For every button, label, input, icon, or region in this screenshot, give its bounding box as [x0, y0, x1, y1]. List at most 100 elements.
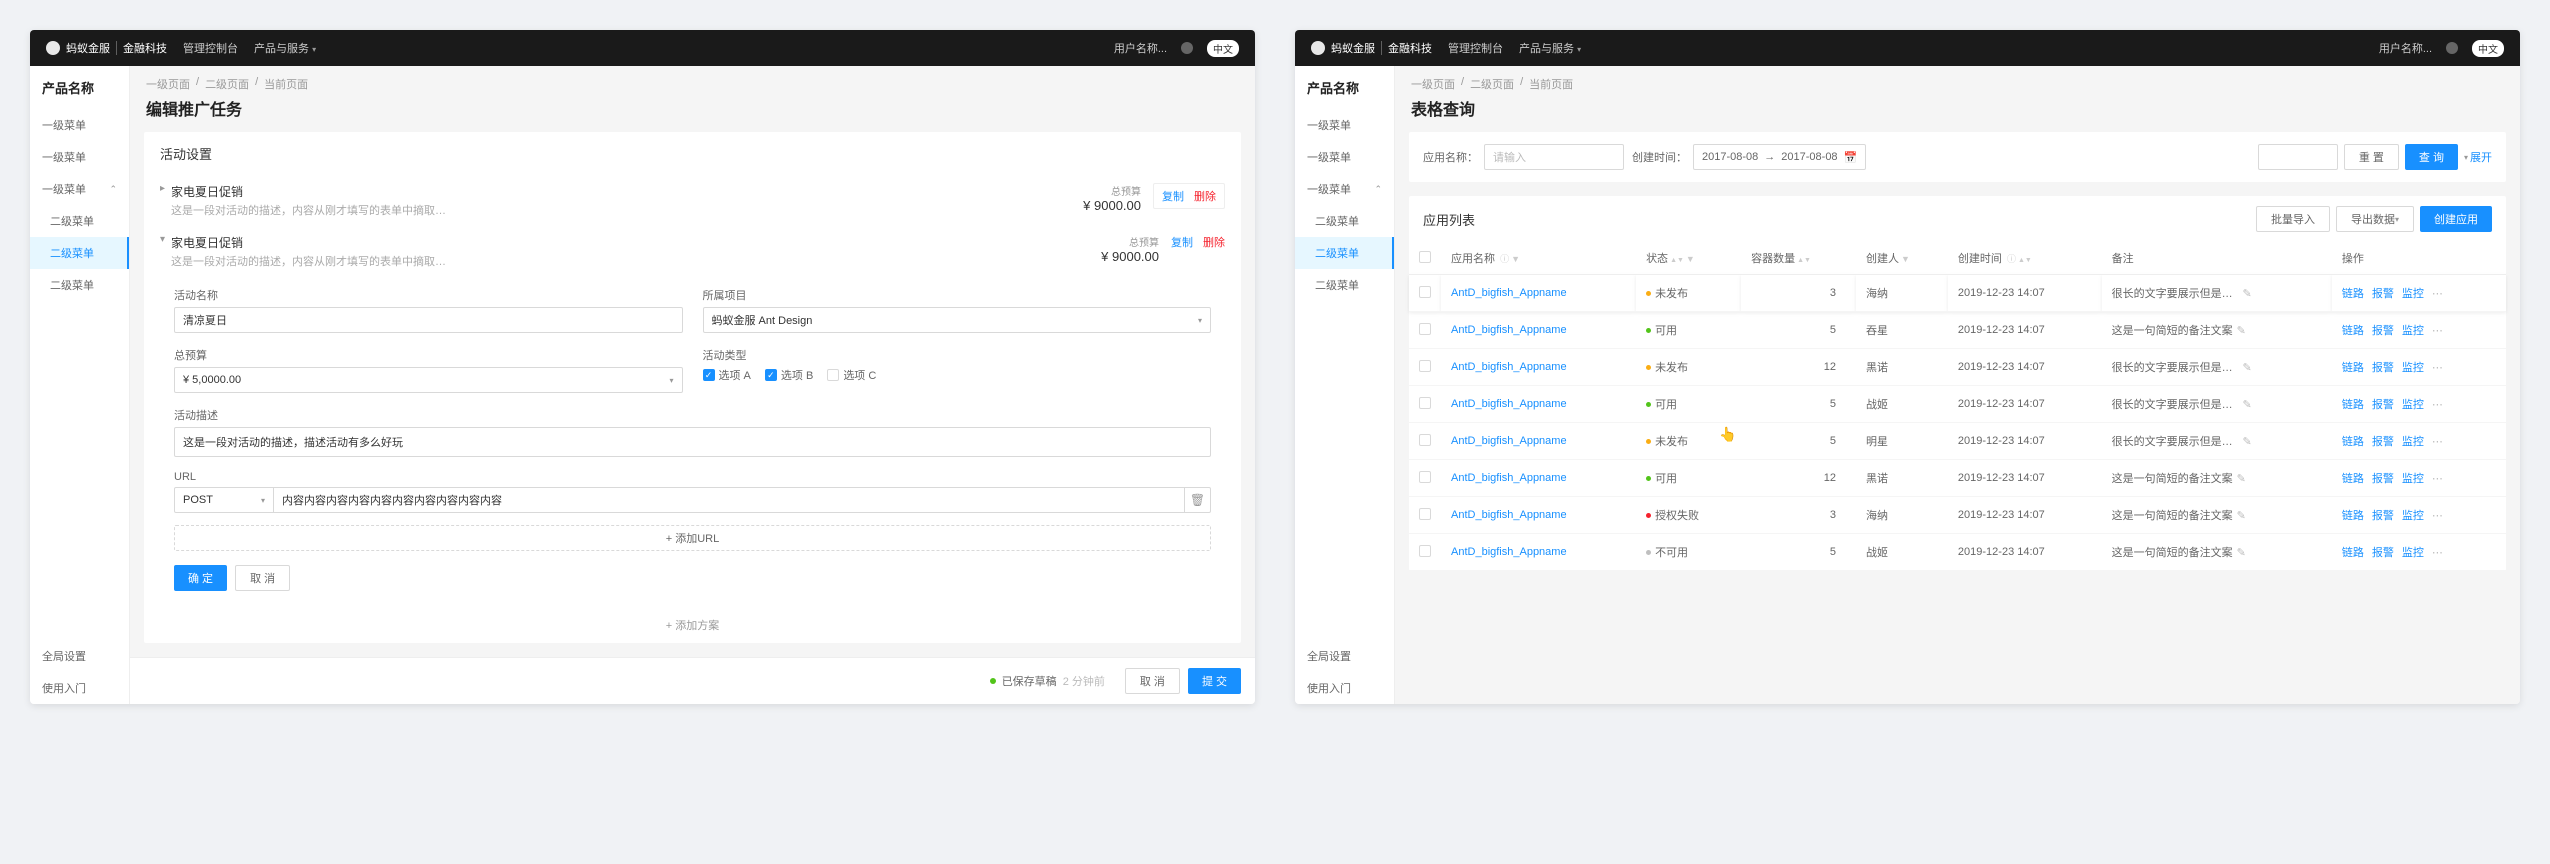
sort-icon[interactable]: ▲▼ — [2018, 258, 2032, 263]
more-icon[interactable]: ⋯ — [2432, 287, 2443, 300]
edit-icon[interactable]: ✎ — [2237, 509, 2246, 522]
url-method-select[interactable]: POST ▾ — [174, 487, 274, 513]
user-name[interactable]: 用户名称... — [1114, 40, 1167, 56]
expand-link[interactable]: ▾ 展开 — [2464, 149, 2492, 165]
sidebar-subitem[interactable]: 二级菜单 — [1295, 205, 1394, 237]
logo[interactable]: 蚂蚁金服 金融科技 — [1311, 40, 1432, 56]
more-icon[interactable]: ⋯ — [2432, 361, 2443, 374]
checkbox-opt-b[interactable]: ✓选项 B — [765, 367, 813, 383]
sidebar-getting-started[interactable]: 使用入门 — [1295, 672, 1394, 704]
op-link-route[interactable]: 链路 — [2342, 470, 2364, 486]
edit-icon[interactable]: ✎ — [2237, 546, 2246, 559]
project-select[interactable]: 蚂蚁金服 Ant Design ▾ — [703, 307, 1212, 333]
nav-console[interactable]: 管理控制台 — [1448, 40, 1503, 56]
app-name-cell[interactable]: AntD_bigfish_Appname — [1441, 275, 1636, 312]
date-range-picker[interactable]: 2017-08-08 → 2017-08-08 📅 — [1693, 144, 1866, 170]
edit-icon[interactable]: ✎ — [2242, 398, 2251, 411]
op-link-monitor[interactable]: 监控 — [2402, 470, 2424, 486]
more-icon[interactable]: ⋯ — [2432, 546, 2443, 559]
row-checkbox[interactable] — [1419, 323, 1431, 335]
query-button[interactable]: 查 询 — [2405, 144, 2458, 170]
op-link-route[interactable]: 链路 — [2342, 433, 2364, 449]
sidebar-getting-started[interactable]: 使用入门 — [30, 672, 129, 704]
checkbox-opt-a[interactable]: ✓选项 A — [703, 367, 751, 383]
op-link-alarm[interactable]: 报警 — [2372, 322, 2394, 338]
row-checkbox[interactable] — [1419, 471, 1431, 483]
op-link-alarm[interactable]: 报警 — [2372, 470, 2394, 486]
create-button[interactable]: 创建应用 — [2420, 206, 2492, 232]
op-link-alarm[interactable]: 报警 — [2372, 544, 2394, 560]
edit-icon[interactable]: ✎ — [2242, 361, 2251, 374]
edit-icon[interactable]: ✎ — [2237, 324, 2246, 337]
export-button[interactable]: 导出数据 ▾ — [2336, 206, 2414, 232]
footer-submit-button[interactable]: 提 交 — [1188, 668, 1241, 694]
delete-link[interactable]: 删除 — [1194, 188, 1216, 204]
row-checkbox[interactable] — [1419, 508, 1431, 520]
copy-link[interactable]: 复制 — [1162, 188, 1184, 204]
edit-icon[interactable]: ✎ — [2242, 435, 2251, 448]
reset-button[interactable]: 重 置 — [2344, 144, 2399, 170]
url-input[interactable]: 内容内容内容内容内容内容内容内容内容内容 — [274, 487, 1185, 513]
op-link-monitor[interactable]: 监控 — [2402, 396, 2424, 412]
op-link-route[interactable]: 链路 — [2342, 322, 2364, 338]
op-link-route[interactable]: 链路 — [2342, 396, 2364, 412]
op-link-alarm[interactable]: 报警 — [2372, 285, 2394, 301]
delete-link[interactable]: 删除 — [1203, 234, 1225, 250]
name-input[interactable]: 清凉夏日 — [174, 307, 683, 333]
op-link-monitor[interactable]: 监控 — [2402, 285, 2424, 301]
sidebar-subitem-active[interactable]: 二级菜单 — [1295, 237, 1394, 269]
sort-icon[interactable]: ▲▼ — [1670, 258, 1684, 263]
help-icon[interactable] — [2446, 42, 2458, 54]
sidebar-subitem[interactable]: 二级菜单 — [30, 205, 129, 237]
sidebar-item[interactable]: 一级菜单 — [30, 141, 129, 173]
more-icon[interactable]: ⋯ — [2432, 472, 2443, 485]
sidebar-item[interactable]: 一级菜单 — [1295, 109, 1394, 141]
copy-link[interactable]: 复制 — [1171, 234, 1193, 250]
filter-icon[interactable]: ▼ — [1511, 254, 1520, 264]
nav-products[interactable]: 产品与服务 ▾ — [1519, 40, 1581, 56]
caret-right-icon[interactable]: ▸ — [160, 183, 165, 194]
op-link-monitor[interactable]: 监控 — [2402, 322, 2424, 338]
app-name-cell[interactable]: AntD_bigfish_Appname — [1441, 497, 1636, 534]
cancel-button[interactable]: 取 消 — [235, 565, 290, 591]
import-button[interactable]: 批量导入 — [2256, 206, 2330, 232]
breadcrumb-item[interactable]: 一级页面 — [146, 76, 190, 92]
col-count[interactable]: 容器数量▲▼ — [1741, 242, 1856, 275]
breadcrumb-item[interactable]: 二级页面 — [1470, 76, 1514, 92]
row-checkbox[interactable] — [1419, 360, 1431, 372]
col-status[interactable]: 状态▲▼▼ — [1636, 242, 1741, 275]
more-icon[interactable]: ⋯ — [2432, 398, 2443, 411]
sidebar-item-expanded[interactable]: 一级菜单⌃ — [1295, 173, 1394, 205]
user-name[interactable]: 用户名称... — [2379, 40, 2432, 56]
delete-url-icon[interactable]: 🗑 — [1185, 487, 1211, 513]
sidebar-subitem[interactable]: 二级菜单 — [30, 269, 129, 301]
app-name-cell[interactable]: AntD_bigfish_Appname — [1441, 534, 1636, 571]
nav-products[interactable]: 产品与服务 ▾ — [254, 40, 316, 56]
row-checkbox[interactable] — [1419, 545, 1431, 557]
desc-textarea[interactable]: 这是一段对活动的描述，描述活动有多么好玩 — [174, 427, 1211, 457]
op-link-monitor[interactable]: 监控 — [2402, 433, 2424, 449]
logo[interactable]: 蚂蚁金服 金融科技 — [46, 40, 167, 56]
col-name[interactable]: 应用名称 ⓘ▼ — [1441, 242, 1636, 275]
filter-icon[interactable]: ▼ — [1686, 254, 1695, 264]
op-link-alarm[interactable]: 报警 — [2372, 396, 2394, 412]
sidebar-subitem-active[interactable]: 二级菜单 — [30, 237, 129, 269]
footer-cancel-button[interactable]: 取 消 — [1125, 668, 1180, 694]
op-link-route[interactable]: 链路 — [2342, 544, 2364, 560]
op-link-monitor[interactable]: 监控 — [2402, 507, 2424, 523]
op-link-alarm[interactable]: 报警 — [2372, 433, 2394, 449]
row-checkbox[interactable] — [1419, 397, 1431, 409]
sidebar-item-expanded[interactable]: 一级菜单⌃ — [30, 173, 129, 205]
more-icon[interactable]: ⋯ — [2432, 509, 2443, 522]
app-name-cell[interactable]: AntD_bigfish_Appname — [1441, 349, 1636, 386]
sort-icon[interactable]: ▲▼ — [1797, 258, 1811, 263]
app-name-cell[interactable]: AntD_bigfish_Appname — [1441, 386, 1636, 423]
op-link-alarm[interactable]: 报警 — [2372, 507, 2394, 523]
caret-down-icon[interactable]: ▾ — [160, 234, 165, 245]
nav-console[interactable]: 管理控制台 — [183, 40, 238, 56]
more-icon[interactable]: ⋯ — [2432, 435, 2443, 448]
row-checkbox[interactable] — [1419, 434, 1431, 446]
op-link-route[interactable]: 链路 — [2342, 507, 2364, 523]
lang-badge[interactable]: 中文 — [1207, 40, 1239, 57]
app-name-cell[interactable]: AntD_bigfish_Appname — [1441, 460, 1636, 497]
